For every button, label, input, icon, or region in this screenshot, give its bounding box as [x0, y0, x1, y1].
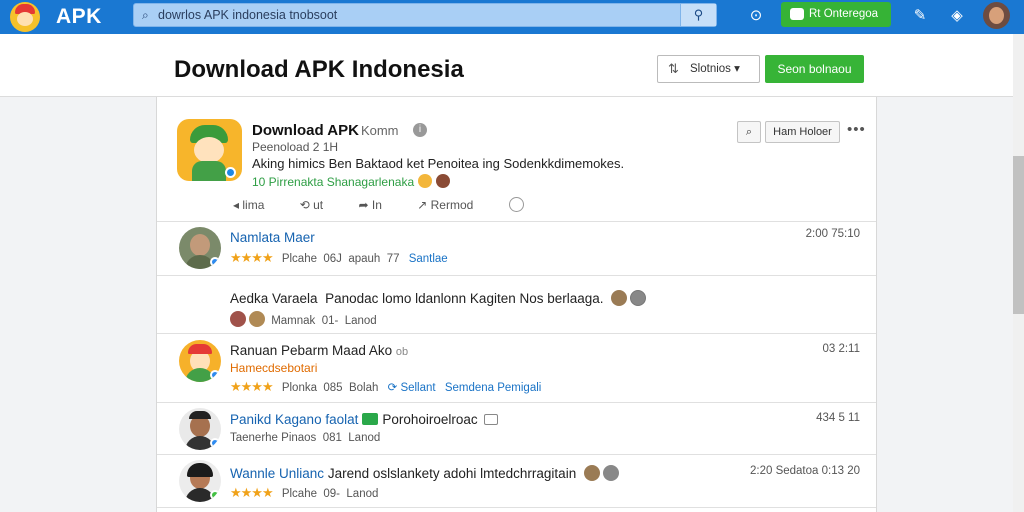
- emoji-icon: [418, 174, 433, 188]
- post-tags[interactable]: 10 Pirrenakta Shanagarlenaka: [252, 174, 451, 189]
- divider: [157, 221, 876, 222]
- comment-timestamp: 2:20 Sedatoa 0:13 20: [750, 465, 860, 477]
- messages-button[interactable]: Rt Onteregoa: [781, 2, 891, 27]
- sort-dropdown-label: Slotnios: [690, 63, 731, 75]
- clock-icon[interactable]: [508, 197, 524, 212]
- like-button[interactable]: ◂ lima: [233, 198, 280, 212]
- avatar[interactable]: [179, 408, 221, 450]
- search-input[interactable]: dowrlos APK indonesia tnobsoot: [158, 8, 337, 22]
- info-icon: [602, 465, 619, 481]
- verified-badge-icon: [362, 413, 379, 425]
- info-icon: [630, 290, 647, 306]
- settings-icon[interactable]: ◈: [947, 6, 967, 26]
- edit-icon[interactable]: ✎: [910, 6, 930, 26]
- remind-button[interactable]: ↗ Rermod: [417, 198, 489, 212]
- post-title[interactable]: Download APK Komm: [252, 122, 399, 139]
- chevron-down-icon: ▾: [734, 63, 740, 75]
- avatar[interactable]: [179, 227, 221, 269]
- avatar: [583, 465, 600, 481]
- comment-meta: ★★★★ Plonka 085 Bolah ⟳ Sellant Semdena …: [230, 379, 542, 394]
- info-icon[interactable]: i: [413, 123, 427, 137]
- message-icon: [483, 414, 498, 425]
- comment-link[interactable]: Semdena Pemigali: [445, 382, 542, 394]
- messages-button-label: Rt Onteregoa: [809, 8, 879, 20]
- comment-timestamp: 434 5 11: [816, 412, 860, 424]
- divider: [157, 402, 876, 403]
- comment-meta: ★★★★ Plcahe 09- Lanod: [230, 485, 379, 500]
- comment-author[interactable]: Namlata Maer: [230, 230, 315, 245]
- page-header: Download APK Indonesia ⇅ Slotnios ▾ Seon…: [0, 34, 1024, 97]
- comment-link[interactable]: ⟳ Sellant: [388, 382, 436, 394]
- sort-icon: ⇅: [668, 61, 679, 76]
- chat-icon: [790, 8, 804, 20]
- search-icon: ⌕: [142, 8, 149, 22]
- filter-button[interactable]: Ham Holoer: [765, 121, 840, 143]
- search-icon[interactable]: ⌕: [737, 121, 761, 143]
- logo-mascot-icon[interactable]: [10, 2, 40, 32]
- comment-text: Aedka Varaela Panodac lomo ldanlonn Kagi…: [230, 290, 649, 306]
- repost-button[interactable]: ⟲ ut: [300, 198, 339, 212]
- divider: [157, 507, 876, 508]
- comment-author[interactable]: Wannle Unlianc Jarend oslslankety adohi …: [230, 465, 622, 481]
- rating-stars: ★★★★: [230, 485, 274, 500]
- comment-timestamp: 2:00 75:10: [805, 228, 860, 240]
- comment-subtitle: Hamecdsebotari: [230, 361, 318, 375]
- divider: [157, 333, 876, 334]
- scrollbar-thumb[interactable]: [1013, 156, 1024, 314]
- comment-author[interactable]: Aedka Varaela: [230, 291, 318, 306]
- comment-meta: ★★★★ Plcahe 06J apauh 77 Santlae: [230, 250, 448, 265]
- app-icon[interactable]: [177, 119, 242, 181]
- comment-link[interactable]: Santlae: [409, 253, 448, 265]
- comment-meta: Mamnak 01- Lanod: [230, 311, 377, 327]
- post-actions: ◂ lima ⟲ ut ➦ In ↗ Rermod: [233, 197, 540, 212]
- comment-timestamp: 03 2:11: [822, 343, 860, 355]
- voice-search-icon[interactable]: ⚲: [680, 4, 716, 26]
- user-avatar[interactable]: [983, 2, 1010, 29]
- top-navigation-bar: APK ⌕ dowrlos APK indonesia tnobsoot ⚲ ⊙…: [0, 0, 1024, 34]
- sort-dropdown[interactable]: ⇅ Slotnios ▾: [657, 55, 760, 83]
- divider: [157, 275, 876, 276]
- logo-text[interactable]: APK: [56, 5, 102, 29]
- comment-meta: Taenerhe Pinaos 081 Lanod: [230, 432, 381, 444]
- comment-author[interactable]: Panikd Kagano faolat Porohoiroelroac: [230, 412, 498, 427]
- page-scrollbar[interactable]: [1013, 34, 1024, 512]
- avatar: [611, 290, 628, 306]
- emoji-icon: [436, 174, 451, 188]
- post-subtitle: Peenoload 2 1H: [252, 140, 339, 154]
- divider: [157, 454, 876, 455]
- comment-author[interactable]: Ranuan Pebarm Maad Ako ob: [230, 343, 408, 358]
- avatar: [230, 311, 246, 327]
- notification-icon[interactable]: ⊙: [746, 6, 766, 26]
- post-description: Aking himics Ben Baktaod ket Penoitea in…: [252, 156, 625, 171]
- more-options-icon[interactable]: •••: [847, 121, 866, 138]
- page-title: Download APK Indonesia: [174, 56, 464, 83]
- primary-action-button[interactable]: Seon bolnaou: [765, 55, 864, 83]
- avatar[interactable]: [179, 460, 221, 502]
- rating-stars: ★★★★: [230, 250, 274, 265]
- share-button[interactable]: ➦ In: [358, 198, 397, 212]
- avatar[interactable]: [179, 340, 221, 382]
- rating-stars: ★★★★: [230, 379, 274, 394]
- content-card: Download APK Komm i Peenoload 2 1H Aking …: [156, 97, 877, 512]
- avatar: [249, 311, 265, 327]
- search-bar[interactable]: ⌕ dowrlos APK indonesia tnobsoot ⚲: [133, 3, 717, 27]
